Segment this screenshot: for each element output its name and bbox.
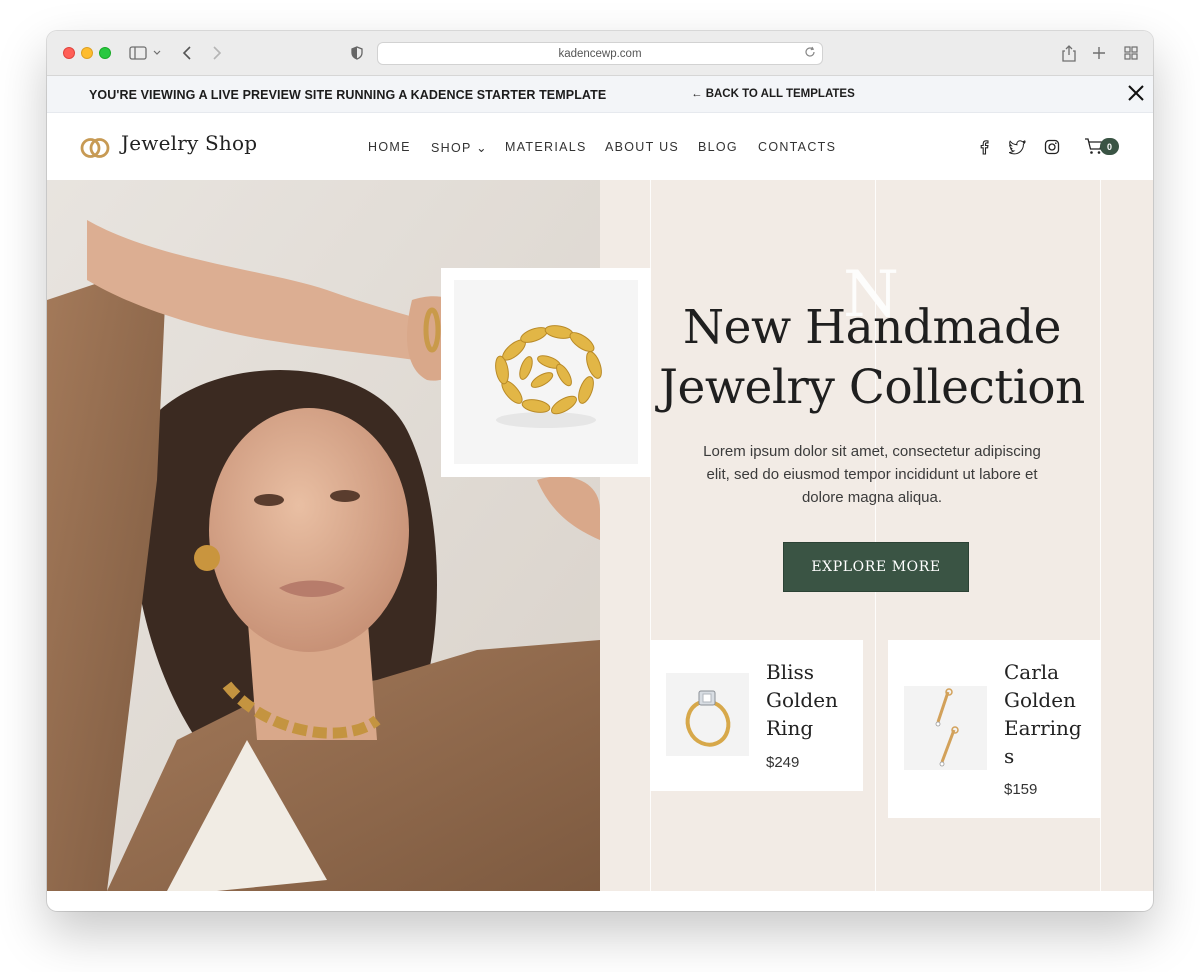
sidebar-toggle-icon[interactable] bbox=[127, 41, 149, 65]
tab-overview-icon[interactable] bbox=[1121, 41, 1141, 65]
back-to-templates-link[interactable]: ← BACK TO ALL TEMPLATES bbox=[691, 88, 855, 100]
explore-more-button[interactable]: EXPLORE MORE bbox=[783, 542, 969, 592]
browser-window: kadencewp.com YOU'RE VIEWING A LIVE PREV… bbox=[47, 31, 1153, 911]
hero-section: N New Handmade Jewelry Collection Lorem … bbox=[47, 180, 1153, 891]
privacy-shield-icon[interactable] bbox=[347, 41, 367, 65]
share-icon[interactable] bbox=[1059, 41, 1079, 65]
facebook-icon[interactable] bbox=[976, 139, 992, 155]
ring-image bbox=[454, 280, 638, 464]
cart-count-badge[interactable]: 0 bbox=[1100, 138, 1119, 155]
reload-icon[interactable] bbox=[804, 46, 816, 61]
preview-notice: YOU'RE VIEWING A LIVE PREVIEW SITE RUNNI… bbox=[89, 88, 607, 102]
browser-toolbar: kadencewp.com bbox=[47, 31, 1153, 76]
chevron-down-icon[interactable] bbox=[151, 41, 163, 65]
product-price: $159 bbox=[1004, 781, 1038, 798]
back-icon[interactable] bbox=[177, 41, 197, 65]
logo-rings-icon[interactable] bbox=[80, 137, 110, 159]
product-price: $249 bbox=[766, 754, 800, 771]
product-card-carla-earrings[interactable]: Carla Golden Earring s $159 bbox=[888, 640, 1101, 818]
zoom-window-button[interactable] bbox=[99, 47, 111, 59]
nav-contacts[interactable]: CONTACTS bbox=[758, 140, 836, 154]
nav-home[interactable]: HOME bbox=[368, 140, 411, 154]
hero-title-line-1: New Handmade bbox=[683, 300, 1061, 355]
url-text: kadencewp.com bbox=[558, 47, 642, 60]
product-name[interactable]: Carla Golden Earring s bbox=[1004, 658, 1094, 770]
nav-blog[interactable]: BLOG bbox=[698, 140, 738, 154]
hero-title: New Handmade Jewelry Collection bbox=[647, 298, 1097, 418]
site-logo-text[interactable]: Jewelry Shop bbox=[121, 131, 257, 155]
address-bar[interactable]: kadencewp.com bbox=[377, 42, 823, 65]
featured-ring-image[interactable] bbox=[441, 268, 651, 477]
nav-shop[interactable]: SHOP ⌄ bbox=[431, 140, 488, 155]
nav-about-us[interactable]: ABOUT US bbox=[605, 140, 679, 154]
close-icon[interactable] bbox=[1125, 82, 1147, 104]
instagram-icon[interactable] bbox=[1044, 139, 1060, 155]
hero-description: Lorem ipsum dolor sit amet, consectetur … bbox=[703, 443, 1041, 506]
nav-materials[interactable]: MATERIALS bbox=[505, 140, 587, 154]
twitter-icon[interactable] bbox=[1008, 139, 1027, 155]
forward-icon[interactable] bbox=[207, 41, 227, 65]
new-tab-icon[interactable] bbox=[1089, 41, 1109, 65]
product-card-bliss-ring[interactable]: Bliss Golden Ring $249 bbox=[650, 640, 863, 791]
close-window-button[interactable] bbox=[63, 47, 75, 59]
product-image-ring[interactable] bbox=[666, 673, 749, 756]
product-name[interactable]: Bliss Golden Ring bbox=[766, 658, 856, 742]
minimize-window-button[interactable] bbox=[81, 47, 93, 59]
site-header: Jewelry Shop HOME SHOP ⌄ MATERIALS ABOUT… bbox=[47, 113, 1153, 180]
preview-banner: YOU'RE VIEWING A LIVE PREVIEW SITE RUNNI… bbox=[47, 76, 1153, 113]
product-image-earrings[interactable] bbox=[904, 686, 987, 770]
hero-title-line-2: Jewelry Collection bbox=[659, 360, 1085, 415]
